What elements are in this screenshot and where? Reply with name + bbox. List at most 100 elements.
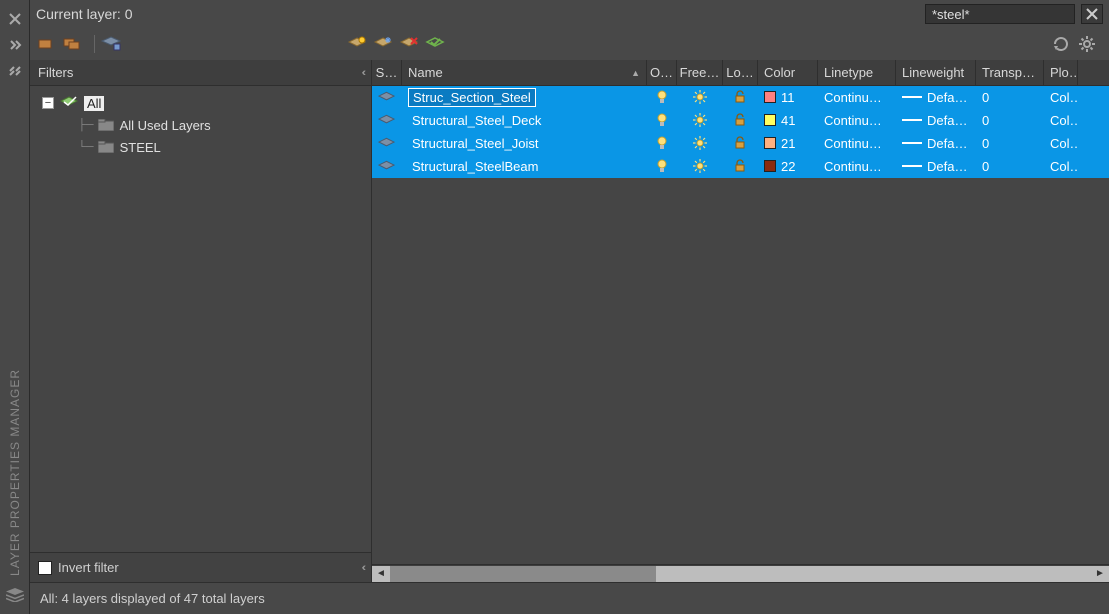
folder-icon <box>98 141 114 153</box>
scroll-right-icon[interactable]: ► <box>1091 566 1109 582</box>
cell-lineweight[interactable]: Defa… <box>896 132 976 154</box>
filter-tree-item-steel[interactable]: └─ STEEL <box>34 136 367 158</box>
cell-name[interactable]: Structural_SteelBeam <box>402 155 647 177</box>
freeze-icon[interactable] <box>677 86 723 108</box>
col-status[interactable]: S… <box>372 60 402 85</box>
cell-transparency[interactable]: 0 <box>976 86 1044 108</box>
col-linetype[interactable]: Linetype <box>818 60 896 85</box>
status-text: All: 4 layers displayed of 47 total laye… <box>40 591 265 606</box>
table-row[interactable]: Structural_Steel_Deck 41Continu…Defa…0Col… <box>372 109 1109 132</box>
scroll-left-icon[interactable]: ◄ <box>372 566 390 582</box>
cell-plotstyle[interactable]: Col… <box>1044 132 1078 154</box>
on-icon[interactable] <box>647 155 677 177</box>
table-row[interactable]: Structural_Steel_Joist 21Continu…Defa…0Co… <box>372 132 1109 155</box>
on-icon[interactable] <box>647 86 677 108</box>
on-icon[interactable] <box>647 109 677 131</box>
col-lock[interactable]: Lo… <box>723 60 758 85</box>
status-icon <box>372 109 402 131</box>
cell-color[interactable]: 11 <box>758 86 818 108</box>
close-palette-icon[interactable] <box>6 10 24 28</box>
horizontal-scrollbar[interactable]: ◄ ► <box>372 564 1109 582</box>
status-icon <box>372 86 402 108</box>
cell-lineweight[interactable]: Defa… <box>896 155 976 177</box>
new-layer-icon[interactable] <box>347 34 367 54</box>
tree-collapse-icon[interactable]: − <box>42 97 54 109</box>
cell-name[interactable]: Structural_Steel_Joist <box>402 132 647 154</box>
toolbar <box>30 28 1109 60</box>
freeze-icon[interactable] <box>677 132 723 154</box>
table-body: Struc_Section_Steel11Continu…Defa…0Col…S… <box>372 86 1109 564</box>
settings-icon[interactable] <box>1077 34 1097 54</box>
freeze-icon[interactable] <box>677 155 723 177</box>
cell-linetype[interactable]: Continu… <box>818 132 896 154</box>
filter-tree-root[interactable]: − All <box>34 92 367 114</box>
status-icon <box>372 132 402 154</box>
palette-title: LAYER PROPERTIES MANAGER <box>8 369 22 576</box>
table-header: S… Name ▲ O… Free… Lo… Color Linetype Li… <box>372 60 1109 86</box>
col-transparency[interactable]: Transp… <box>976 60 1044 85</box>
lock-icon[interactable] <box>723 132 758 154</box>
filter-tree-item-label: All Used Layers <box>120 118 211 133</box>
filter-tree-root-label: All <box>84 96 104 111</box>
col-plot[interactable]: Plo… <box>1044 60 1078 85</box>
cell-transparency[interactable]: 0 <box>976 132 1044 154</box>
table-row[interactable]: Struc_Section_Steel 11Continu…Defa…0Col… <box>372 86 1109 109</box>
filters-tree: − All ├─ All Used Layers └ <box>30 86 371 552</box>
set-current-icon[interactable] <box>425 34 445 54</box>
cell-color[interactable]: 41 <box>758 109 818 131</box>
layer-states-icon[interactable] <box>101 34 121 54</box>
sort-asc-icon: ▲ <box>631 68 640 78</box>
autohide-icon[interactable] <box>6 36 24 54</box>
scroll-thumb[interactable] <box>390 566 656 582</box>
filter-tree-item-used[interactable]: ├─ All Used Layers <box>34 114 367 136</box>
col-freeze[interactable]: Free… <box>677 60 723 85</box>
refresh-icon[interactable] <box>1051 34 1071 54</box>
cell-lineweight[interactable]: Defa… <box>896 86 976 108</box>
lock-icon[interactable] <box>723 155 758 177</box>
filters-panel: Filters ‹‹ − All ├─ <box>30 60 372 582</box>
lock-icon[interactable] <box>723 86 758 108</box>
new-group-filter-icon[interactable] <box>62 34 82 54</box>
status-bar: All: 4 layers displayed of 47 total laye… <box>30 582 1109 614</box>
folder-icon <box>98 119 114 131</box>
scroll-track[interactable] <box>390 566 1091 582</box>
cell-lineweight[interactable]: Defa… <box>896 109 976 131</box>
cell-linetype[interactable]: Continu… <box>818 109 896 131</box>
layers-stack-icon[interactable] <box>6 586 24 604</box>
cell-plotstyle[interactable]: Col… <box>1044 155 1078 177</box>
cell-name[interactable]: Structural_Steel_Deck <box>402 109 647 131</box>
table-row[interactable]: Structural_SteelBeam 22Continu…Defa…0Col… <box>372 155 1109 178</box>
invert-filter-row[interactable]: Invert filter ‹‹ <box>30 552 371 582</box>
on-icon[interactable] <box>647 132 677 154</box>
cell-linetype[interactable]: Continu… <box>818 86 896 108</box>
properties-icon[interactable] <box>6 62 24 80</box>
layer-table: S… Name ▲ O… Free… Lo… Color Linetype Li… <box>372 60 1109 582</box>
collapse-filter-row-icon[interactable]: ‹‹ <box>362 562 363 574</box>
collapse-filters-icon[interactable]: ‹‹ <box>362 67 363 79</box>
status-icon <box>372 155 402 177</box>
new-layer-frozen-icon[interactable] <box>373 34 393 54</box>
cell-color[interactable]: 21 <box>758 132 818 154</box>
col-color[interactable]: Color <box>758 60 818 85</box>
filter-tree-item-label: STEEL <box>120 140 161 155</box>
left-strip: LAYER PROPERTIES MANAGER <box>0 0 30 614</box>
lock-icon[interactable] <box>723 109 758 131</box>
search-input[interactable] <box>925 4 1075 24</box>
col-on[interactable]: O… <box>647 60 677 85</box>
cell-color[interactable]: 22 <box>758 155 818 177</box>
col-lineweight[interactable]: Lineweight <box>896 60 976 85</box>
cell-plotstyle[interactable]: Col… <box>1044 109 1078 131</box>
new-property-filter-icon[interactable] <box>36 34 56 54</box>
cell-linetype[interactable]: Continu… <box>818 155 896 177</box>
invert-filter-checkbox[interactable] <box>38 561 52 575</box>
layers-filter-icon <box>60 96 78 110</box>
col-name[interactable]: Name ▲ <box>402 60 647 85</box>
clear-search-icon[interactable] <box>1081 4 1103 24</box>
delete-layer-icon[interactable] <box>399 34 419 54</box>
cell-transparency[interactable]: 0 <box>976 109 1044 131</box>
cell-transparency[interactable]: 0 <box>976 155 1044 177</box>
cell-plotstyle[interactable]: Col… <box>1044 86 1078 108</box>
top-row: Current layer: 0 <box>30 0 1109 28</box>
freeze-icon[interactable] <box>677 109 723 131</box>
cell-name[interactable]: Struc_Section_Steel <box>402 86 647 108</box>
